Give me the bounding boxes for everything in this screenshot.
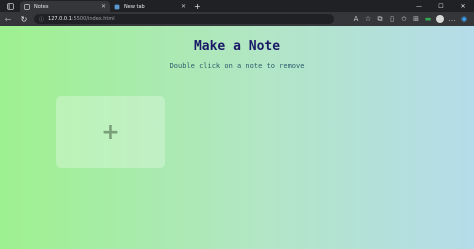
reload-button[interactable]: ↻ — [16, 12, 32, 26]
back-button[interactable]: ← — [0, 12, 16, 26]
green-extension-icon[interactable]: ▬ — [422, 12, 434, 26]
page-subtitle: Double click on a note to remove — [169, 62, 305, 70]
browser-toolbar: ← ↻ ⓘ 127.0.0.1:5500/index.html A ☆ ⧉ ▯ … — [0, 12, 474, 26]
profile-avatar[interactable] — [434, 12, 446, 26]
avatar — [436, 15, 444, 23]
page-favicon-icon — [24, 3, 30, 10]
close-window-button[interactable]: ✕ — [452, 0, 474, 12]
site-info-icon[interactable]: ⓘ — [39, 16, 44, 23]
page-content: Make a Note Double click on a note to re… — [0, 26, 474, 249]
read-aloud-icon[interactable]: A — [350, 12, 362, 26]
url-path: :5500/index.html — [71, 16, 115, 22]
minimize-button[interactable]: — — [408, 0, 430, 12]
plus-icon: + — [101, 119, 120, 145]
tab-close-icon[interactable]: ✕ — [181, 3, 186, 10]
settings-more-icon[interactable]: … — [446, 12, 458, 26]
tab-strip: Notes ✕ New tab ✕ + — ☐ ✕ — [0, 0, 474, 12]
tab-new-tab[interactable]: New tab ✕ — [110, 1, 190, 12]
extension-icon[interactable]: ⧉ — [374, 12, 386, 26]
favorite-star-icon[interactable]: ☆ — [362, 12, 374, 26]
tab-actions-button[interactable] — [0, 0, 20, 12]
tab-label: New tab — [124, 3, 145, 10]
tab-label: Notes — [34, 3, 49, 10]
window-controls: — ☐ ✕ — [408, 0, 474, 12]
toolbar-icons: A ☆ ⧉ ▯ ✩ ⊞ ▬ … ◉ — [350, 12, 470, 26]
url-host: 127.0.0.1 — [48, 16, 72, 22]
split-screen-icon[interactable]: ▯ — [386, 12, 398, 26]
new-tab-favicon-icon — [114, 4, 120, 9]
new-tab-button[interactable]: + — [194, 1, 201, 12]
tab-notes[interactable]: Notes ✕ — [20, 1, 110, 12]
maximize-button[interactable]: ☐ — [430, 0, 452, 12]
edge-copilot-icon[interactable]: ◉ — [458, 12, 470, 26]
page-title: Make a Note — [193, 39, 281, 54]
tab-close-icon[interactable]: ✕ — [101, 3, 106, 10]
collections-icon[interactable]: ⊞ — [410, 12, 422, 26]
address-bar[interactable]: ⓘ 127.0.0.1:5500/index.html — [34, 14, 334, 24]
add-note-button[interactable]: + — [56, 96, 165, 168]
tab-actions-icon — [6, 2, 14, 10]
favorites-icon[interactable]: ✩ — [398, 12, 410, 26]
